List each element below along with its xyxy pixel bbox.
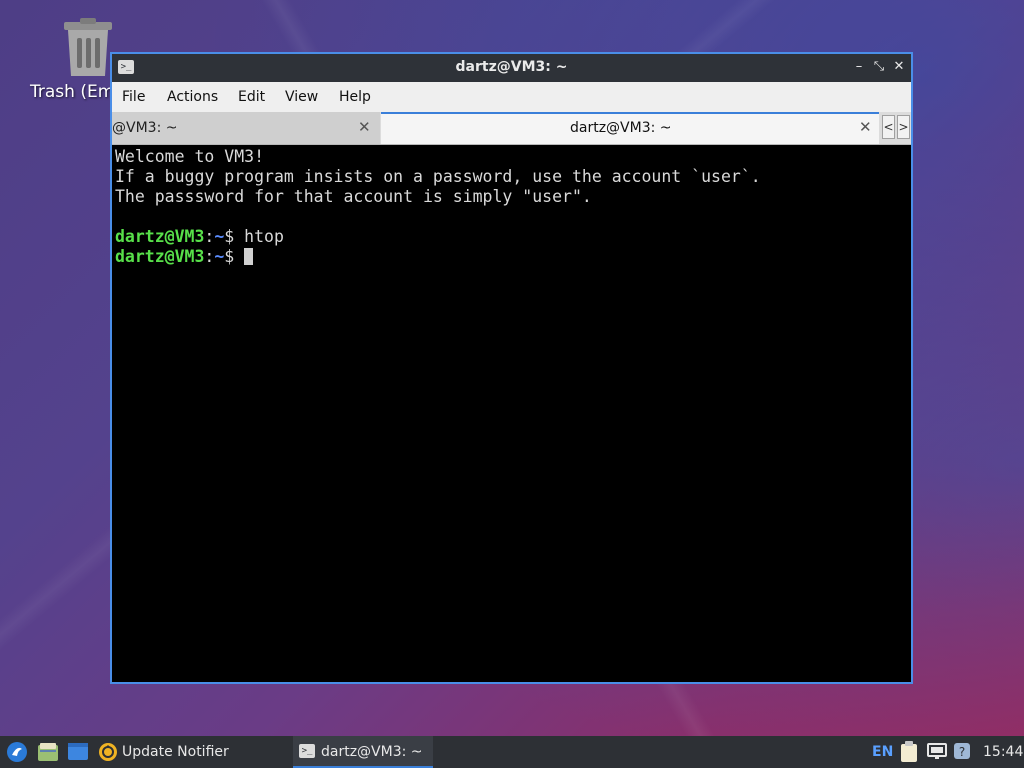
show-desktop-button[interactable] [66, 736, 90, 768]
start-menu-button[interactable] [4, 736, 30, 768]
notification-icon[interactable]: ? [953, 742, 971, 760]
window-titlebar[interactable]: >_ dartz@VM3: ~ – ⤡ ✕ [112, 54, 911, 82]
text-cursor [244, 248, 254, 265]
taskbar: Update Notifier >_ dartz@VM3: ~ EN ? 15:… [0, 736, 1024, 768]
prompt-user: dartz@VM3 [115, 227, 205, 246]
file-manager-launcher[interactable] [36, 736, 60, 768]
lxqt-start-icon [7, 742, 27, 762]
prompt-user: dartz@VM3 [115, 247, 205, 266]
tab-close-icon[interactable]: ✕ [859, 118, 872, 136]
prompt-separator: : [204, 247, 215, 266]
maximize-button[interactable]: ⤡ [870, 58, 888, 76]
keyboard-layout-indicator[interactable]: EN [872, 744, 893, 760]
trash-icon [64, 18, 112, 76]
terminal-line: Welcome to VM3! [115, 147, 265, 166]
tab-bar: @VM3: ~ ✕ dartz@VM3: ~ ✕ < > [112, 112, 911, 145]
terminal-icon: >_ [299, 744, 315, 758]
tab-scroll-left-button[interactable]: < [882, 115, 895, 139]
prompt-command: htop [244, 227, 284, 246]
tab-label: dartz@VM3: ~ [570, 120, 672, 136]
terminal-line: If a buggy program insists on a password… [115, 167, 761, 186]
terminal-window: >_ dartz@VM3: ~ – ⤡ ✕ File Actions Edit … [110, 52, 913, 684]
terminal-prompt-line: dartz@VM3:~$ htop [115, 227, 908, 247]
task-terminal[interactable]: >_ dartz@VM3: ~ [293, 736, 433, 768]
menu-edit[interactable]: Edit [238, 89, 265, 105]
task-update-notifier[interactable]: Update Notifier [96, 736, 276, 768]
tab-label: @VM3: ~ [112, 120, 178, 136]
close-button[interactable]: ✕ [890, 58, 908, 76]
menu-view[interactable]: View [285, 89, 318, 105]
update-notifier-icon [99, 743, 117, 761]
prompt-path: ~ [214, 247, 225, 266]
tab-scroll-right-button[interactable]: > [897, 115, 910, 139]
prompt-path: ~ [214, 227, 225, 246]
menu-actions[interactable]: Actions [167, 89, 218, 105]
network-icon[interactable] [927, 743, 947, 761]
desktop-icon-label: Trash (Em [30, 82, 115, 102]
minimize-button[interactable]: – [850, 58, 868, 76]
file-manager-icon [38, 743, 58, 761]
menu-bar: File Actions Edit View Help [112, 82, 911, 112]
window-title: dartz@VM3: ~ [455, 59, 568, 75]
terminal-output[interactable]: Welcome to VM3! If a buggy program insist… [112, 145, 911, 682]
terminal-prompt-line: dartz@VM3:~$ [115, 247, 908, 267]
clock[interactable]: 15:44 [983, 744, 1023, 760]
clipboard-icon[interactable] [900, 741, 918, 763]
menu-file[interactable]: File [122, 89, 145, 105]
show-desktop-icon [68, 743, 88, 760]
task-label: dartz@VM3: ~ [321, 744, 423, 760]
tab-close-icon[interactable]: ✕ [358, 118, 371, 136]
prompt-separator: : [204, 227, 215, 246]
desktop: Trash (Em >_ dartz@VM3: ~ – ⤡ ✕ File Act… [0, 0, 1024, 768]
task-label: Update Notifier [122, 744, 229, 760]
terminal-line: The passsword for that account is simply… [115, 187, 592, 206]
svg-text:?: ? [959, 745, 965, 759]
tab-active[interactable]: dartz@VM3: ~ ✕ [381, 112, 879, 144]
menu-help[interactable]: Help [339, 89, 371, 105]
tab-inactive[interactable]: @VM3: ~ ✕ [112, 112, 380, 144]
prompt-symbol: $ [224, 227, 245, 246]
prompt-symbol: $ [224, 247, 245, 266]
